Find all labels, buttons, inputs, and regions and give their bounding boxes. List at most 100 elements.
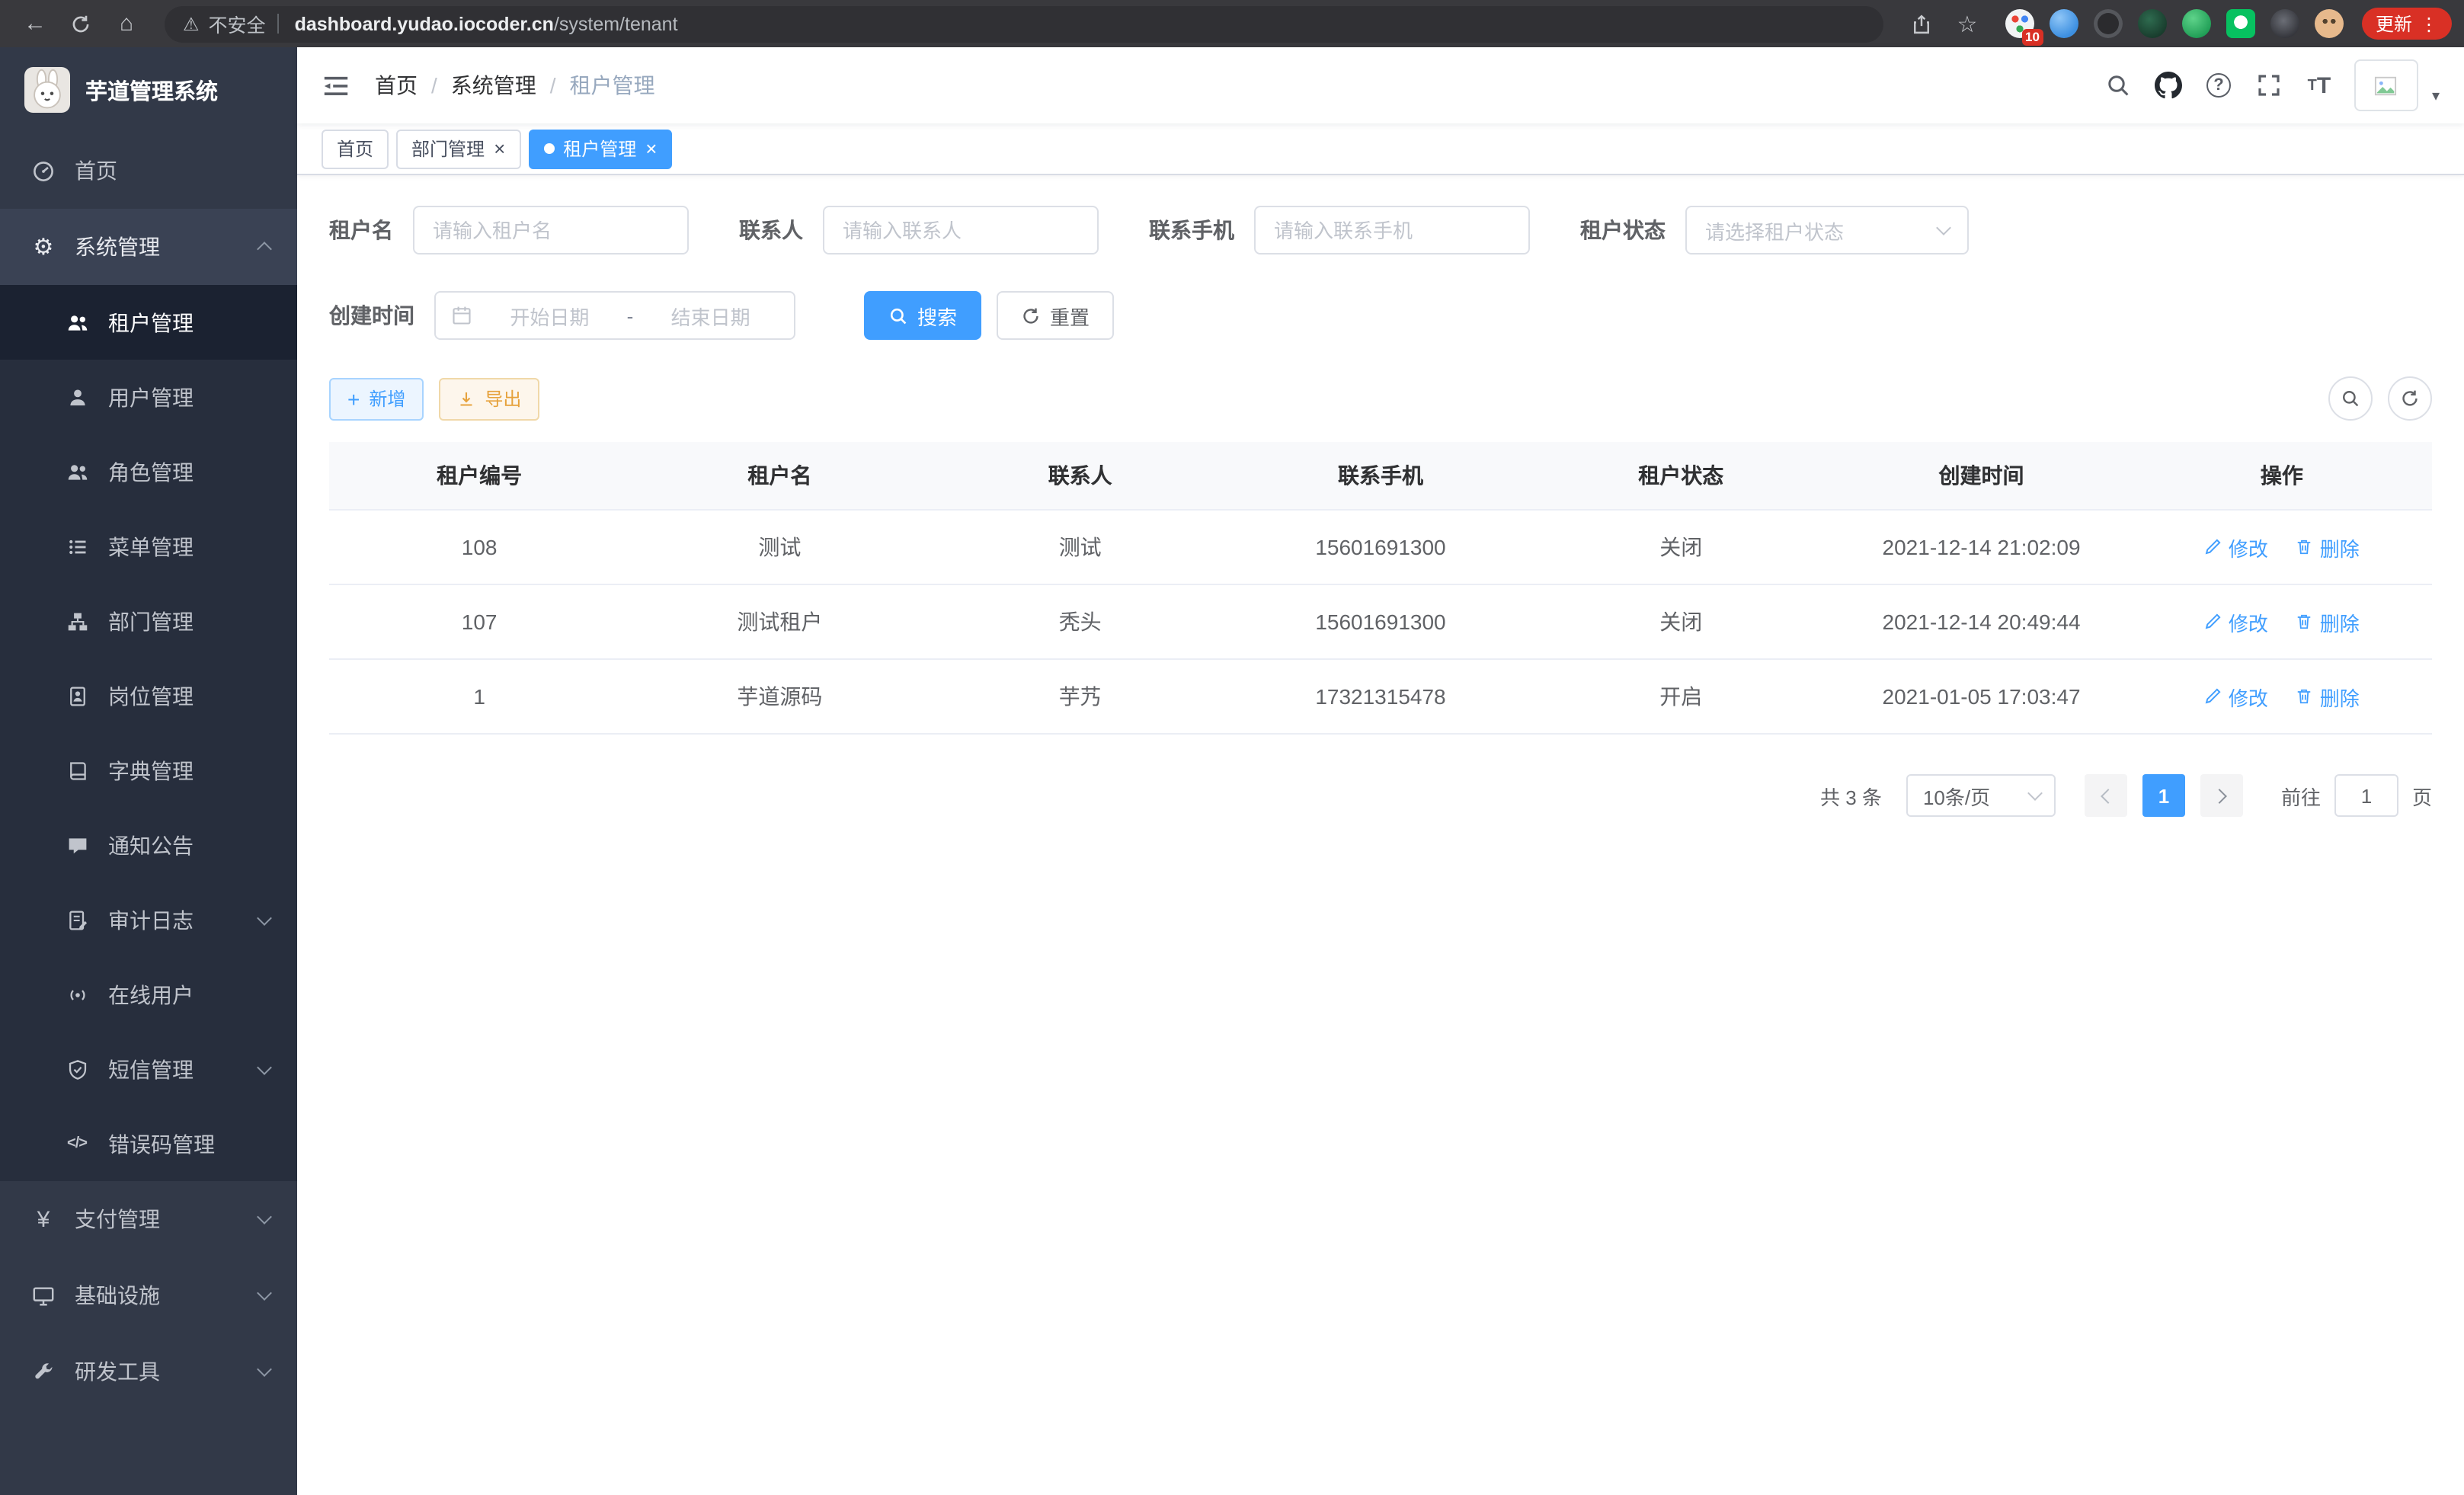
small-t: T [2308,77,2317,94]
reload-icon[interactable] [58,4,104,43]
sidebar-item-audit[interactable]: 审计日志 [0,882,297,957]
breadcrumb-separator: / [431,73,437,98]
table-row: 107 测试租户 秃头 15601691300 关闭 2021-12-14 20… [329,584,2432,659]
extension-icon-blue[interactable] [2050,9,2078,38]
close-icon[interactable]: × [645,139,657,158]
bookmark-star-icon[interactable]: ☆ [1944,4,1990,43]
breadcrumb-system[interactable]: 系统管理 [451,70,536,101]
close-icon[interactable]: × [494,139,505,158]
sidebar-item-dept[interactable]: 部门管理 [0,584,297,658]
chevron-down-icon [2027,786,2043,801]
browser-menu-icon[interactable]: ⋮ [2420,13,2438,34]
sidebar-collapse-icon[interactable] [322,71,350,100]
delete-link[interactable]: 删除 [2296,682,2360,711]
refresh-icon[interactable] [2388,376,2432,421]
contact-input[interactable] [823,206,1099,255]
goto-page-input[interactable] [2334,774,2398,817]
app-logo[interactable]: 芋道管理系统 [0,47,297,133]
tenant-status-select[interactable]: 请选择租户状态 [1685,206,1969,255]
sidebar-item-infra[interactable]: 基础设施 [0,1257,297,1333]
page-unit-label: 页 [2412,781,2432,810]
sidebar-item-online[interactable]: 在线用户 [0,957,297,1032]
chat-bubble-icon [64,834,90,856]
browser-update-button[interactable]: 更新 ⋮ [2362,8,2452,40]
breadcrumb-home[interactable]: 首页 [375,70,418,101]
address-bar[interactable]: ⚠ 不安全 dashboard.yudao.iocoder.cn/system/… [165,5,1883,42]
toggle-search-icon[interactable] [2328,376,2373,421]
chevron-down-icon [257,1059,272,1074]
home-icon[interactable]: ⌂ [104,4,149,43]
page-size-select[interactable]: 10条/页 [1906,774,2056,817]
dashboard-icon [30,159,56,182]
share-icon[interactable] [1899,4,1944,43]
next-page-button[interactable] [2200,774,2243,817]
page-number-1[interactable]: 1 [2142,774,2185,817]
edit-link[interactable]: 修改 [2204,607,2268,636]
url-path: /system/tenant [554,13,678,34]
create-time-range-picker[interactable]: 开始日期 - 结束日期 [434,291,795,340]
sidebar-item-home[interactable]: 首页 [0,133,297,209]
avatar[interactable] [2354,59,2418,111]
document-edit-icon [64,909,90,930]
font-size-icon[interactable]: TT [2304,67,2334,104]
sidebar-item-sms[interactable]: 短信管理 [0,1032,297,1106]
tab-tenant[interactable]: 租户管理 × [528,129,672,168]
edit-link[interactable]: 修改 [2204,533,2268,562]
extension-icon-green-square[interactable] [2226,9,2255,38]
mobile-input[interactable] [1254,206,1530,255]
tab-label: 首页 [337,136,373,162]
back-icon[interactable]: ← [12,4,58,43]
sidebar-item-notice[interactable]: 通知公告 [0,808,297,882]
sidebar-item-devtool[interactable]: 研发工具 [0,1333,297,1410]
yen-icon: ¥ [30,1206,56,1232]
extension-badge: 10 [2021,29,2043,46]
tab-home[interactable]: 首页 [322,129,389,168]
sidebar-item-dict[interactable]: 字典管理 [0,733,297,808]
sidebar-item-errcode[interactable]: </> 错误码管理 [0,1106,297,1181]
security-warning-icon: ⚠ [183,13,200,34]
chevron-down-icon[interactable]: ▾ [2432,88,2440,104]
sidebar-item-menu[interactable]: 菜单管理 [0,509,297,584]
extension-icon-darkgreen[interactable] [2138,9,2167,38]
extension-icon-colordots[interactable]: 10 [2005,9,2034,38]
divider [278,14,280,34]
reset-button-label: 重置 [1050,301,1090,330]
add-button[interactable]: + 新增 [329,377,424,420]
total-count: 共 3 条 [1820,781,1882,810]
column-header: 操作 [2132,442,2432,510]
github-icon[interactable] [2153,67,2184,104]
export-button[interactable]: 导出 [439,377,539,420]
select-placeholder: 请选择租户状态 [1705,216,1938,245]
delete-link[interactable]: 删除 [2296,533,2360,562]
filter-row-1: 租户名 联系人 联系手机 租户状态 请选择租户状态 [329,206,2432,255]
sidebar-item-tenant[interactable]: 租户管理 [0,285,297,360]
prev-page-button[interactable] [2085,774,2127,817]
cell-operations: 修改 删除 [2132,584,2432,659]
help-icon[interactable]: ? [2203,67,2234,104]
search-button-label: 搜索 [917,301,957,330]
delete-link[interactable]: 删除 [2296,607,2360,636]
edit-link[interactable]: 修改 [2204,682,2268,711]
cell-created: 2021-12-14 20:49:44 [1831,584,2131,659]
profile-avatar-icon[interactable] [2315,9,2344,38]
sidebar-item-role[interactable]: 角色管理 [0,434,297,509]
reset-button[interactable]: 重置 [997,291,1114,340]
sidebar-item-pay[interactable]: ¥ 支付管理 [0,1181,297,1257]
book-icon [64,760,90,781]
sidebar-item-label: 支付管理 [75,1204,241,1234]
cell-mobile: 15601691300 [1230,510,1531,584]
edit-label: 修改 [2229,533,2268,562]
tab-dept[interactable]: 部门管理 × [396,129,520,168]
cell-status: 开启 [1531,659,1831,734]
extension-icon-green[interactable] [2182,9,2211,38]
extension-icon-dark-ring[interactable] [2094,9,2123,38]
extension-icon-dark[interactable] [2270,9,2299,38]
tenant-name-input[interactable] [413,206,689,255]
sidebar-item-system[interactable]: ⚙ 系统管理 [0,209,297,285]
fullscreen-icon[interactable] [2254,67,2284,104]
header-search-icon[interactable] [2103,67,2133,104]
calendar-icon [451,305,472,326]
sidebar-item-post[interactable]: 岗位管理 [0,658,297,733]
search-button[interactable]: 搜索 [864,291,981,340]
sidebar-item-user[interactable]: 用户管理 [0,360,297,434]
